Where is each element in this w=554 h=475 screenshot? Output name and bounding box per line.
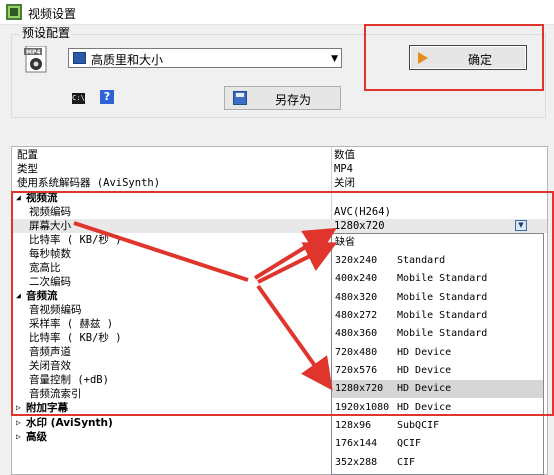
help-icon[interactable]: ? bbox=[100, 90, 114, 104]
title-bar: 视频设置 bbox=[0, 0, 554, 25]
arrow-right-icon bbox=[418, 52, 428, 64]
grid-row[interactable]: 使用系统解码器 (AviSynth) 关闭 bbox=[12, 176, 547, 190]
option-description: SubQCIF bbox=[397, 420, 440, 431]
window-title: 视频设置 bbox=[28, 7, 77, 21]
row-name: 高级 bbox=[26, 431, 47, 443]
floppy-icon bbox=[73, 52, 86, 64]
ok-label: 确定 bbox=[468, 53, 493, 67]
header-name: 配置 bbox=[17, 149, 38, 161]
save-as-button[interactable]: 另存为 bbox=[224, 86, 341, 110]
option-resolution: 128x96 bbox=[335, 420, 372, 431]
row-name: 水印 (AviSynth) bbox=[26, 417, 113, 429]
row-name: 使用系统解码器 (AviSynth) bbox=[17, 177, 161, 189]
preset-select-value: 高质里和大小 bbox=[91, 53, 164, 67]
app-icon bbox=[6, 4, 22, 20]
ok-button[interactable]: 确定 bbox=[409, 45, 527, 70]
option-description: CIF bbox=[397, 457, 416, 468]
dropdown-option[interactable]: 352x288 CIF bbox=[332, 454, 543, 472]
dropdown-option[interactable]: 128x96 SubQCIF bbox=[332, 417, 543, 435]
mp4-icon-text: MP4 bbox=[26, 49, 41, 56]
row-value: 关闭 bbox=[334, 177, 355, 189]
grid-header: 配置 数值 bbox=[12, 148, 547, 162]
option-resolution: 176x144 bbox=[335, 438, 378, 449]
option-description: QCIF bbox=[397, 438, 422, 449]
preset-select[interactable]: 高质里和大小 ▼ bbox=[68, 48, 342, 68]
command-prompt-icon[interactable]: C:\ bbox=[72, 93, 85, 104]
row-value: MP4 bbox=[334, 163, 353, 175]
save-icon bbox=[233, 91, 247, 105]
chevron-down-icon: ▼ bbox=[331, 54, 338, 64]
row-name: 类型 bbox=[17, 163, 38, 175]
expand-triangle-icon[interactable]: ▷ bbox=[16, 433, 21, 441]
save-as-label: 另存为 bbox=[275, 93, 312, 107]
settings-annotation-box bbox=[11, 191, 554, 416]
preset-group-label: 预设配置 bbox=[20, 24, 73, 41]
header-value: 数值 bbox=[334, 149, 355, 161]
mp4-file-icon: MP4 bbox=[24, 46, 47, 73]
expand-triangle-icon[interactable]: ▷ bbox=[16, 419, 21, 427]
grid-row[interactable]: 类型 MP4 bbox=[12, 162, 547, 176]
dropdown-option[interactable]: 176x144 QCIF bbox=[332, 435, 543, 453]
option-resolution: 352x288 bbox=[335, 457, 378, 468]
